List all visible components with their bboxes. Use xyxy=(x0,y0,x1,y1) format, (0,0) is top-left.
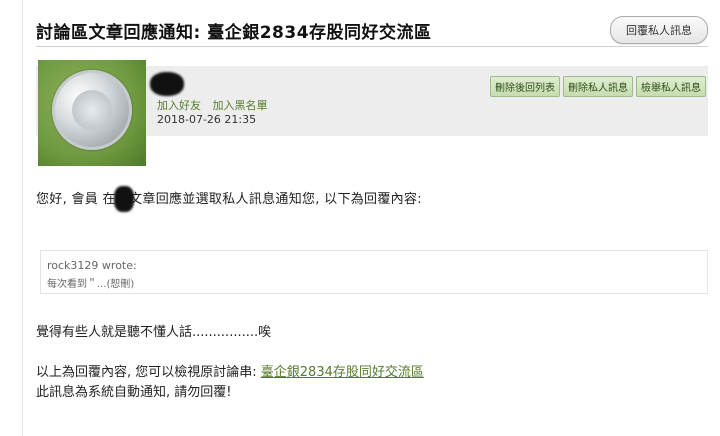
system-notice: 此訊息為系統自動通知, 請勿回覆! xyxy=(36,385,232,400)
add-blacklist-link[interactable]: 加入黑名單 xyxy=(213,99,268,112)
page-title: 討論區文章回應通知: 臺企銀2834存股同好交流區 xyxy=(36,23,432,43)
report-message-button[interactable]: 檢舉私人訊息 xyxy=(636,76,706,97)
message-date: 2018-07-26 21:35 xyxy=(157,113,257,126)
intro-text: 您好, 會員 在該文章回應並選取私人訊息通知您, 以下為回覆內容: xyxy=(36,192,422,207)
delete-return-button[interactable]: 刪除後回列表 xyxy=(490,76,560,97)
delete-message-button[interactable]: 刪除私人訊息 xyxy=(563,76,633,97)
footer-prefix: 以上為回覆內容, 您可以檢視原討論串: xyxy=(36,365,261,380)
title-divider xyxy=(36,46,708,47)
reply-content: 覺得有些人就是聽不懂人話................唉 xyxy=(36,325,272,340)
thread-link[interactable]: 臺企銀2834存股同好交流區 xyxy=(261,365,424,380)
left-border xyxy=(22,0,23,436)
reply-private-message-button[interactable]: 回覆私人訊息 xyxy=(610,16,708,44)
coin-image xyxy=(52,70,132,150)
footer-line: 以上為回覆內容, 您可以檢視原討論串: 臺企銀2834存股同好交流區 xyxy=(36,361,424,380)
user-links: 加入好友 加入黑名單 xyxy=(157,97,276,113)
avatar[interactable] xyxy=(38,60,146,166)
member-name-redacted xyxy=(114,186,134,212)
quote-author: rock3129 wrote: xyxy=(47,259,137,272)
quote-block: rock3129 wrote: 每次看到＂...(恕刪) xyxy=(40,250,708,294)
action-buttons: 刪除後回列表 刪除私人訊息 檢舉私人訊息 xyxy=(490,76,706,97)
username-redacted xyxy=(150,72,184,96)
quote-text: 每次看到＂...(恕刪) xyxy=(47,279,135,290)
add-friend-link[interactable]: 加入好友 xyxy=(157,99,201,112)
